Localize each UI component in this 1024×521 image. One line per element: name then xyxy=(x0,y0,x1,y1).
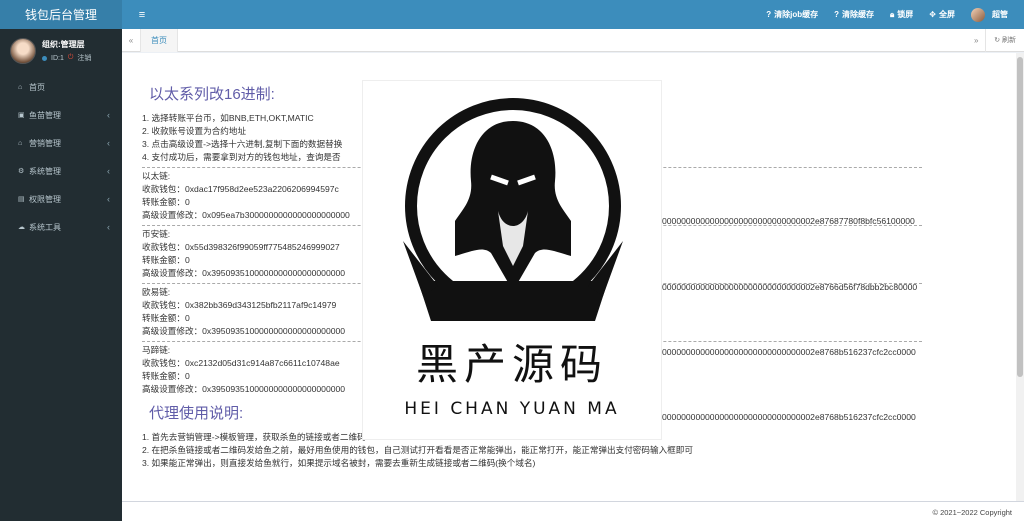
avatar xyxy=(10,38,36,64)
online-dot-icon xyxy=(42,55,47,61)
sidebar-item-system[interactable]: ⚙ 系统管理 ‹ xyxy=(0,157,122,185)
hex-tail-eth: 00000000000000000000000000000002e8768778… xyxy=(662,216,915,226)
agent-instruction-line: 2. 在把杀鱼链接或者二维码发给鱼之前，最好用鱼使用的钱包，自己测试打开看看是否… xyxy=(142,445,693,455)
watermark-cn-text: 黑产源码 xyxy=(415,340,608,389)
logout-icon: ⏻ xyxy=(67,54,74,61)
copyright-text: © 2021~2022 Copyright xyxy=(932,508,1012,517)
watermark-en-text: HEI CHAN YUAN MA xyxy=(404,399,620,419)
sidebar-item-home[interactable]: ⌂ 首页 xyxy=(0,73,122,101)
bank-icon: ⌂ xyxy=(18,139,23,147)
fullscreen-button[interactable]: ✥ 全屏 xyxy=(921,9,963,20)
user-menu[interactable]: 超管 xyxy=(963,7,1016,22)
expand-icon: ✥ xyxy=(929,10,936,19)
tab-scroll-right-button[interactable]: » xyxy=(967,36,985,45)
double-left-icon: « xyxy=(128,35,134,45)
picture-icon: ▣ xyxy=(18,112,25,119)
id-card-icon: ▤ xyxy=(18,196,25,203)
home-icon: ⌂ xyxy=(18,83,23,91)
scroll-thumb[interactable] xyxy=(1017,57,1023,377)
logout-link[interactable]: 注销 xyxy=(77,53,91,63)
tab-home[interactable]: 首页 xyxy=(140,28,178,52)
sidebar-item-fish[interactable]: ▣ 鱼苗管理 ‹ xyxy=(0,101,122,129)
user-id: ID:1 xyxy=(51,54,64,62)
gear-icon: ⚙ xyxy=(18,168,25,175)
lock-icon: 🔒︎ xyxy=(890,9,895,19)
question-circle-icon: ? xyxy=(834,10,840,19)
lock-screen-button[interactable]: 🔒︎ 锁屏 xyxy=(882,9,921,20)
sidebar-item-permissions[interactable]: ▤ 权限管理 ‹ xyxy=(0,185,122,213)
chevron-left-icon: ‹ xyxy=(107,194,110,204)
hex-tail-bsc: 00000000000000000000000000000002e8766d56… xyxy=(662,282,918,292)
chevron-left-icon: ‹ xyxy=(107,110,110,120)
watermark-logo: 黑产源码 HEI CHAN YUAN MA xyxy=(362,80,662,440)
app-title: 钱包后台管理 xyxy=(24,8,97,22)
hamburger-icon: ≡ xyxy=(138,8,146,21)
content-scrollbar[interactable] xyxy=(1016,53,1024,501)
top-actions: ? 清除job缓存 ? 清除缓存 🔒︎ 锁屏 ✥ 全屏 超管 xyxy=(758,0,1024,29)
app-logo[interactable]: 钱包后台管理 xyxy=(0,0,122,29)
top-navbar: ≡ ? 清除job缓存 ? 清除缓存 🔒︎ 锁屏 ✥ 全屏 超管 xyxy=(122,0,1024,29)
tabs-bar: « 首页 » ↻ 刷新 xyxy=(122,28,1024,52)
hex-tail-okx: 00000000000000000000000000000002e8768b51… xyxy=(662,347,916,357)
agent-instruction-line: 3. 如果能正常弹出，则直接发给鱼就行，如果提示域名被封，需要去重新生成链接或者… xyxy=(142,458,536,468)
clear-job-cache-button[interactable]: ? 清除job缓存 xyxy=(758,9,826,20)
hex-tail-polygon: 00000000000000000000000000000002e8768b51… xyxy=(662,412,916,422)
sidebar: 组织:管理层 ID:1 ⏻ 注销 ⌂ 首页 ▣ 鱼苗管理 ‹ ⌂ 营销管理 ‹ ⚙ 系统管理… xyxy=(0,29,122,521)
refresh-button[interactable]: ↻ 刷新 xyxy=(985,28,1024,52)
question-circle-icon: ? xyxy=(766,10,772,19)
org-name: 组织:管理层 xyxy=(42,40,85,49)
sidebar-toggle-button[interactable]: ≡ xyxy=(122,9,162,21)
tab-scroll-left-button[interactable]: « xyxy=(122,36,140,45)
sidebar-item-tools[interactable]: ☁ 系统工具 ‹ xyxy=(0,213,122,241)
clear-cache-button[interactable]: ? 清除缓存 xyxy=(826,9,882,20)
user-panel: 组织:管理层 ID:1 ⏻ 注销 xyxy=(0,29,122,73)
sidebar-item-marketing[interactable]: ⌂ 营销管理 ‹ xyxy=(0,129,122,157)
double-right-icon: » xyxy=(973,35,979,45)
chevron-left-icon: ‹ xyxy=(107,166,110,176)
cloud-icon: ☁ xyxy=(18,224,25,231)
chevron-left-icon: ‹ xyxy=(107,138,110,148)
footer: © 2021~2022 Copyright xyxy=(122,501,1024,521)
chevron-left-icon: ‹ xyxy=(107,222,110,232)
refresh-icon: ↻ xyxy=(994,37,1002,44)
avatar xyxy=(971,7,985,22)
hooded-figure-logo-icon xyxy=(403,98,623,321)
